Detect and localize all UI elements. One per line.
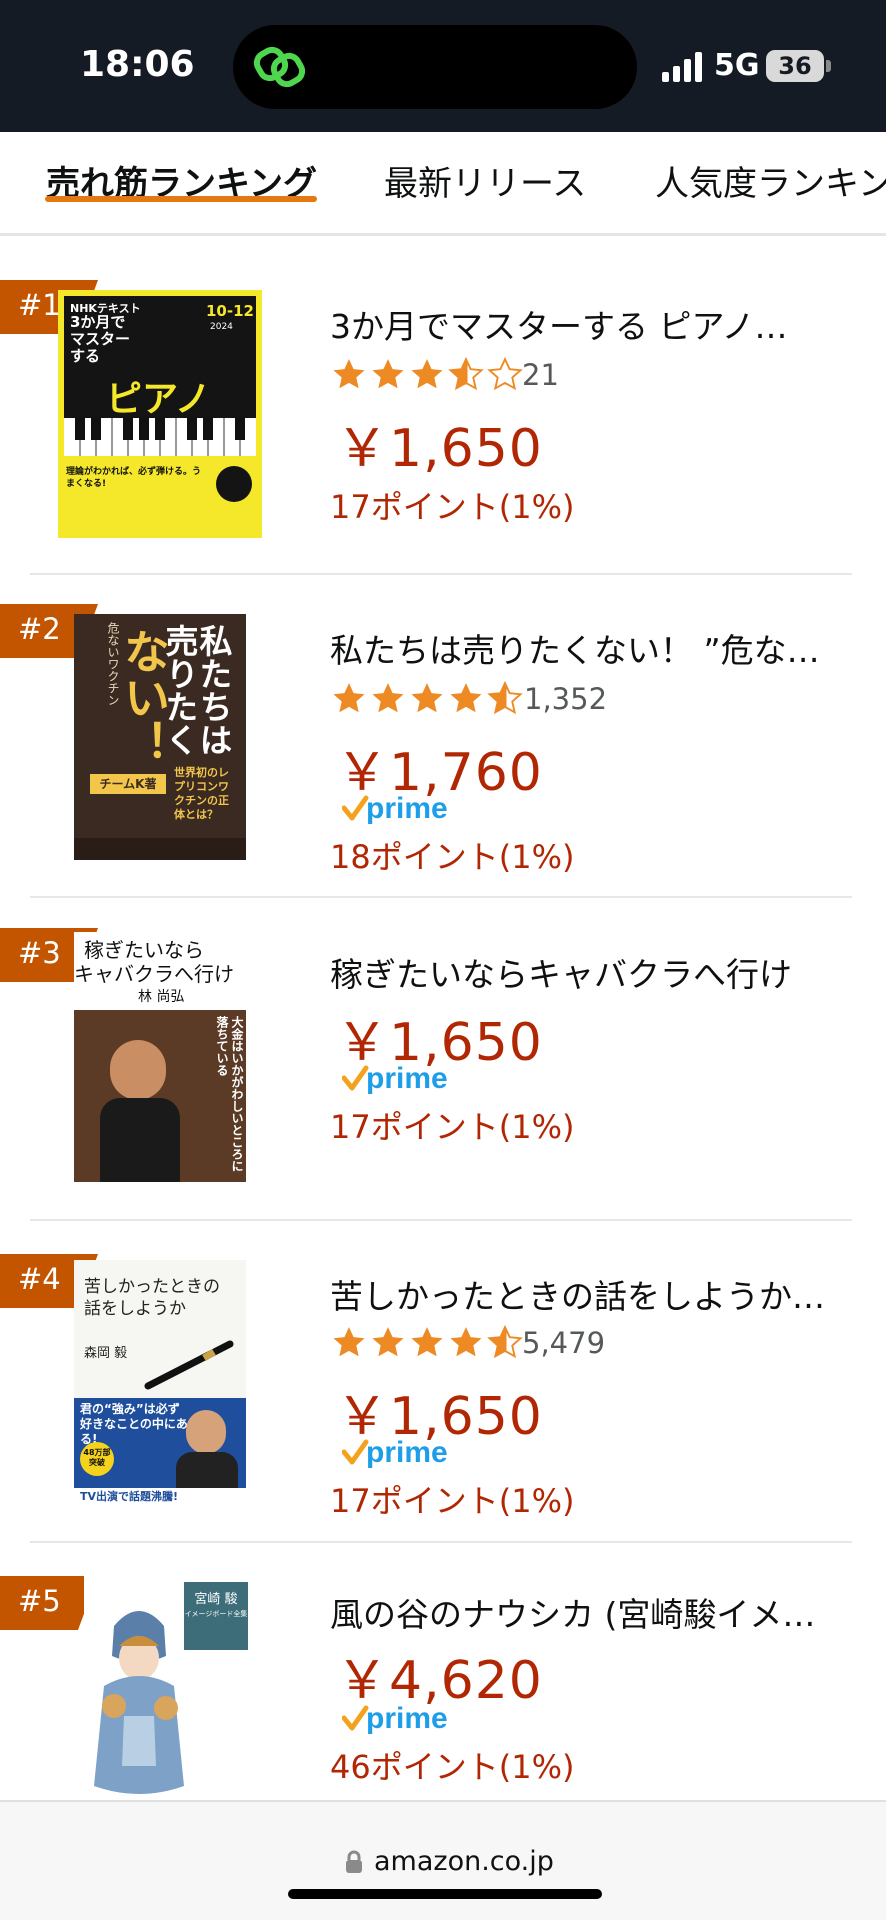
rating-count[interactable]: 1,352 (524, 682, 607, 716)
svg-text:prime: prime (366, 1062, 448, 1095)
points: 17ポイント(1%) (330, 488, 575, 526)
star-rating[interactable] (330, 680, 525, 720)
svg-text:prime: prime (366, 1436, 448, 1469)
tab-new-releases[interactable]: 最新リリース (384, 156, 586, 205)
product-title[interactable]: 風の谷のナウシカ (宮崎駿イメ… (330, 1588, 850, 1636)
rating-count[interactable]: 5,479 (522, 1326, 605, 1360)
star-rating[interactable] (330, 356, 525, 396)
rank-number: #4 (18, 1262, 61, 1296)
star-half-icon (487, 680, 523, 715)
star-half-icon (448, 356, 484, 391)
prime-badge-icon: prime (342, 1062, 448, 1095)
price: ￥1,650 (336, 419, 543, 479)
star-rating[interactable] (330, 1324, 525, 1364)
network-type: 5G (714, 48, 760, 83)
cover-title-2: 話をしようか (84, 1299, 186, 1319)
status-bar: 18:06 5G 36 (0, 0, 886, 132)
cover-side-text: 世界初のレプリコンワクチンの正体とは？ (174, 766, 229, 821)
product-title[interactable]: 私たちは売りたくない！ ”危な… (330, 624, 850, 672)
rank-number: #3 (18, 936, 61, 970)
pen-illustration (144, 1340, 234, 1390)
star-full-icon (372, 359, 404, 389)
star-full-icon (411, 359, 443, 389)
star-empty-icon (487, 356, 523, 391)
prime-badge-icon: prime (342, 1702, 448, 1735)
prime-badge-icon: prime (342, 1436, 448, 1469)
star-full-icon (333, 1327, 365, 1357)
cover-author: チームK著 (90, 774, 166, 794)
cover-badge: 48万部突破 (80, 1442, 114, 1476)
product-title[interactable]: 稼ぎたいならキャバクラへ行け (330, 948, 850, 996)
divider (30, 573, 852, 575)
cover-author: 森岡 毅 (84, 1346, 128, 1361)
points: 46ポイント(1%) (330, 1748, 575, 1786)
product-title[interactable]: 苦しかったときの話をしようか… (330, 1270, 850, 1318)
rank-number: #2 (18, 612, 61, 646)
divider (30, 1219, 852, 1221)
cover-author: 林 尚弘 (138, 989, 185, 1005)
book-cover[interactable]: 苦しかったときの 話をしようか 森岡 毅 君の“強み”は必ず好きなことの中にある… (74, 1260, 246, 1506)
star-full-icon (450, 1327, 482, 1357)
star-full-icon (372, 1327, 404, 1357)
cover-main-title-3: ない！ (117, 628, 171, 766)
rank-number: #5 (18, 1584, 61, 1618)
book-cover[interactable]: 危ないワクチン 私たちは 売りたく ない！ チームK著 世界初のレプリコンワクチ… (74, 614, 246, 860)
battery-icon: 36 (766, 50, 824, 82)
nausicaa-illustration (94, 1611, 184, 1794)
rank-number: #1 (18, 288, 61, 322)
active-tab-indicator (45, 196, 317, 202)
points: 17ポイント(1%) (330, 1108, 575, 1146)
star-half-icon (487, 1324, 523, 1359)
cover-main-title: ピアノ (106, 379, 211, 420)
lock-icon (346, 1850, 362, 1873)
piano-keys-illustration (64, 418, 256, 456)
book-cover[interactable]: 稼ぎたいなら キャバクラへ行け 林 尚弘 大金はいかがわしいところに落ちている (74, 932, 246, 1182)
ranking-tabs: 売れ筋ランキング 最新リリース 人気度ランキング (0, 132, 886, 236)
cover-footer: TV出演で話題沸騰! (74, 1488, 246, 1506)
browser-address-bar[interactable]: amazon.co.jp (0, 1800, 886, 1920)
cover-year: 2024 (210, 322, 233, 332)
points: 17ポイント(1%) (330, 1482, 575, 1520)
book-cover[interactable]: NHKテキスト 3か月で マスター する 10-12 2024 ピアノ 理論がわかれ… (58, 290, 262, 538)
tab-popularity[interactable]: 人気度ランキング (655, 156, 886, 205)
cover-badge (216, 466, 252, 502)
status-time: 18:06 (80, 44, 195, 85)
svg-text:prime: prime (366, 792, 448, 825)
svg-text:prime: prime (366, 1702, 448, 1735)
star-full-icon (450, 683, 482, 713)
star-full-icon (333, 359, 365, 389)
url-text[interactable]: amazon.co.jp (374, 1846, 554, 1877)
star-full-icon (372, 683, 404, 713)
prime-badge-icon: prime (342, 792, 448, 825)
dynamic-island (233, 25, 637, 109)
cover-main-title: 私たちは (194, 624, 233, 756)
cover-heading: 3か月で マスター する (70, 313, 131, 365)
points: 18ポイント(1%) (330, 838, 575, 876)
cover-band-text: 君の“強み”は必ず好きなことの中にある! (80, 1402, 188, 1446)
divider (30, 1541, 852, 1543)
book-cover[interactable]: 宮崎 駿 イメージボード全集 (84, 1576, 254, 1802)
home-indicator[interactable] (288, 1889, 602, 1899)
divider (30, 896, 852, 898)
cover-footer (74, 838, 246, 860)
cover-title-2: キャバクラへ行け (74, 962, 234, 986)
link-app-icon (253, 46, 306, 88)
star-full-icon (411, 683, 443, 713)
cover-side-text: 大金はいかがわしいところに落ちている (215, 1016, 244, 1172)
cover-period: 10-12 (206, 302, 254, 320)
signal-icon (662, 52, 702, 82)
cover-tagline: 理論がわかれば、必ず弾ける。うまくなる! (66, 467, 202, 489)
star-full-icon (333, 683, 365, 713)
rating-count[interactable]: 21 (522, 358, 559, 392)
battery-tip (826, 60, 831, 72)
product-title[interactable]: 3か月でマスターする ピアノ… (330, 300, 850, 348)
star-full-icon (411, 1327, 443, 1357)
